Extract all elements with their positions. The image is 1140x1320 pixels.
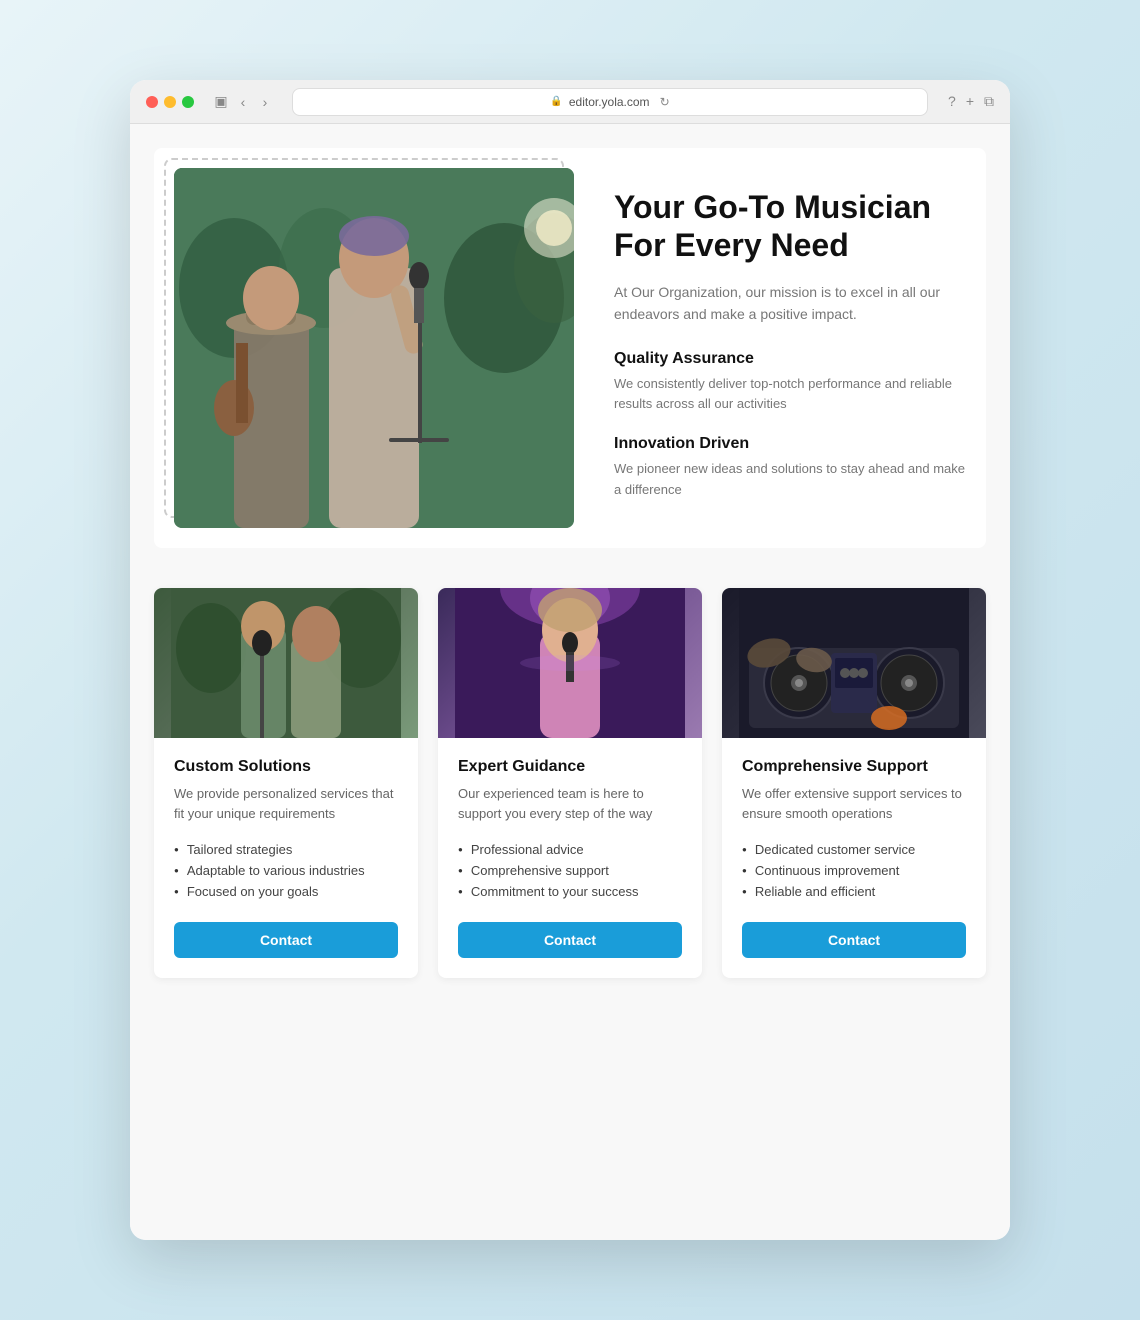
- browser-nav: ▣ ‹ ›: [214, 95, 272, 109]
- card-list-3: Dedicated customer service Continuous im…: [742, 839, 966, 902]
- hero-image: [174, 168, 574, 528]
- list-item: Dedicated customer service: [742, 839, 966, 860]
- card-list-2: Professional advice Comprehensive suppor…: [458, 839, 682, 902]
- hero-text: Your Go-To Musician For Every Need At Ou…: [614, 168, 966, 521]
- contact-button-3[interactable]: Contact: [742, 922, 966, 958]
- traffic-lights: [146, 96, 194, 108]
- card-image-3: [722, 588, 986, 738]
- list-item: Commitment to your success: [458, 881, 682, 902]
- card-expert-guidance: Expert Guidance Our experienced team is …: [438, 588, 702, 978]
- contact-button-1[interactable]: Contact: [174, 922, 398, 958]
- back-icon[interactable]: ‹: [236, 95, 250, 109]
- list-item: Adaptable to various industries: [174, 860, 398, 881]
- contact-button-2[interactable]: Contact: [458, 922, 682, 958]
- list-item: Professional advice: [458, 839, 682, 860]
- card-body-1: Custom Solutions We provide personalized…: [154, 738, 418, 978]
- minimize-button[interactable]: [164, 96, 176, 108]
- page-content: Your Go-To Musician For Every Need At Ou…: [130, 124, 1010, 1240]
- feature-innovation-title: Innovation Driven: [614, 435, 966, 453]
- help-icon[interactable]: ?: [948, 93, 956, 110]
- forward-icon[interactable]: ›: [258, 95, 272, 109]
- feature-quality-title: Quality Assurance: [614, 350, 966, 368]
- list-item: Tailored strategies: [174, 839, 398, 860]
- card-image-1: [154, 588, 418, 738]
- browser-actions: ? + ⧉: [948, 93, 994, 110]
- hero-title: Your Go-To Musician For Every Need: [614, 188, 966, 265]
- list-item: Continuous improvement: [742, 860, 966, 881]
- feature-quality-desc: We consistently deliver top-notch perfor…: [614, 374, 966, 416]
- card-comprehensive-support: Comprehensive Support We offer extensive…: [722, 588, 986, 978]
- card-custom-solutions: Custom Solutions We provide personalized…: [154, 588, 418, 978]
- feature-innovation: Innovation Driven We pioneer new ideas a…: [614, 435, 966, 501]
- cards-section: Custom Solutions We provide personalized…: [154, 588, 986, 978]
- card-image-2: [438, 588, 702, 738]
- browser-chrome: ▣ ‹ › 🔒 editor.yola.com ↻ ? + ⧉: [130, 80, 1010, 124]
- address-bar[interactable]: 🔒 editor.yola.com ↻: [292, 88, 928, 116]
- list-item: Reliable and efficient: [742, 881, 966, 902]
- list-item: Focused on your goals: [174, 881, 398, 902]
- maximize-button[interactable]: [182, 96, 194, 108]
- reload-icon: ↻: [660, 95, 670, 109]
- close-button[interactable]: [146, 96, 158, 108]
- card-desc-2: Our experienced team is here to support …: [458, 784, 682, 823]
- hero-description: At Our Organization, our mission is to e…: [614, 281, 966, 326]
- feature-quality: Quality Assurance We consistently delive…: [614, 350, 966, 416]
- card-desc-3: We offer extensive support services to e…: [742, 784, 966, 823]
- layout-icon: ▣: [214, 95, 228, 109]
- lock-icon: 🔒: [550, 96, 562, 107]
- card-title-1: Custom Solutions: [174, 758, 398, 776]
- hero-section: Your Go-To Musician For Every Need At Ou…: [154, 148, 986, 548]
- list-item: Comprehensive support: [458, 860, 682, 881]
- hero-image-wrapper: [174, 168, 574, 528]
- browser-window: ▣ ‹ › 🔒 editor.yola.com ↻ ? + ⧉: [130, 80, 1010, 1240]
- more-icon[interactable]: ⧉: [984, 93, 994, 110]
- add-tab-icon[interactable]: +: [966, 93, 974, 110]
- card-body-2: Expert Guidance Our experienced team is …: [438, 738, 702, 978]
- feature-innovation-desc: We pioneer new ideas and solutions to st…: [614, 459, 966, 501]
- card-title-3: Comprehensive Support: [742, 758, 966, 776]
- url-text: editor.yola.com: [569, 95, 650, 109]
- card-list-1: Tailored strategies Adaptable to various…: [174, 839, 398, 902]
- card-desc-1: We provide personalized services that fi…: [174, 784, 398, 823]
- hero-image-svg: [174, 168, 574, 528]
- card-title-2: Expert Guidance: [458, 758, 682, 776]
- card-body-3: Comprehensive Support We offer extensive…: [722, 738, 986, 978]
